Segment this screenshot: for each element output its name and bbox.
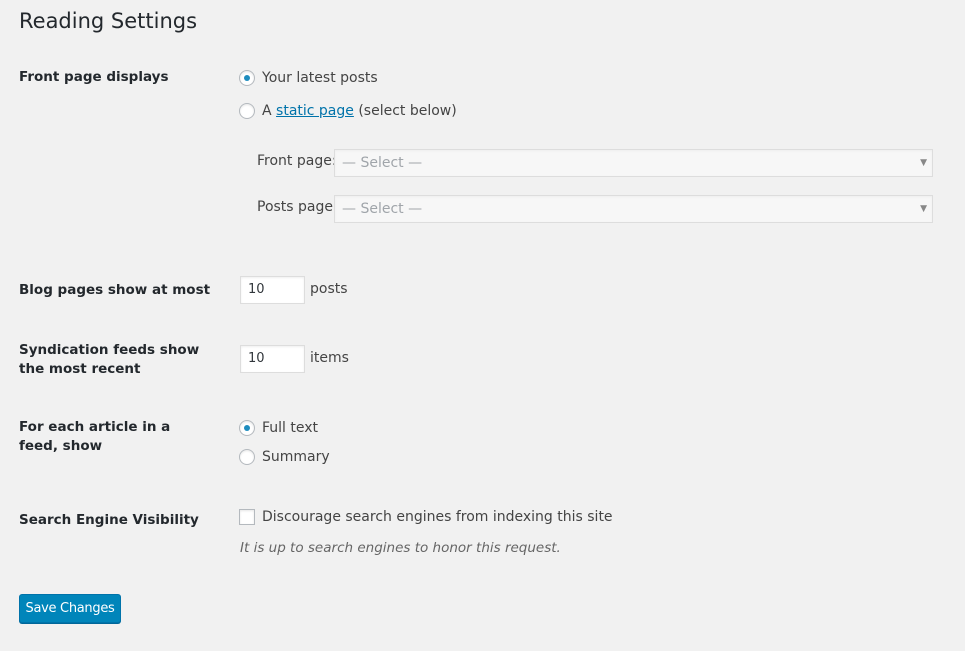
- syndication-suffix: items: [310, 350, 349, 366]
- front-page-select-label: Front page:: [257, 153, 337, 169]
- radio-full-text[interactable]: Full text: [239, 420, 318, 436]
- discourage-search-checkbox-control[interactable]: [239, 509, 255, 525]
- discourage-search-checkbox-label: Discourage search engines from indexing …: [262, 509, 613, 525]
- radio-static-page-control[interactable]: [239, 103, 255, 119]
- radio-static-page-prefix: A: [262, 103, 277, 119]
- radio-summary-control[interactable]: [239, 449, 255, 465]
- radio-latest-posts-label: Your latest posts: [262, 70, 378, 86]
- save-changes-button[interactable]: Save Changes: [19, 594, 121, 623]
- feed-article-label: For each article in a feed, show: [19, 419, 171, 454]
- blog-pages-input[interactable]: 10: [240, 276, 305, 304]
- radio-full-text-control[interactable]: [239, 420, 255, 436]
- radio-summary[interactable]: Summary: [239, 449, 330, 465]
- posts-page-select-label: Posts page:: [257, 199, 338, 215]
- page-title: Reading Settings: [19, 9, 198, 33]
- radio-summary-label: Summary: [262, 449, 330, 465]
- discourage-search-checkbox[interactable]: Discourage search engines from indexing …: [239, 509, 613, 525]
- blog-pages-suffix: posts: [310, 281, 348, 297]
- blog-pages-label: Blog pages show at most: [19, 282, 211, 298]
- posts-page-select[interactable]: — Select — ▼: [334, 195, 933, 223]
- radio-static-page[interactable]: A static page (select below): [239, 103, 457, 119]
- chevron-down-icon: ▼: [920, 204, 927, 214]
- front-page-select[interactable]: — Select — ▼: [334, 149, 933, 177]
- chevron-down-icon: ▼: [920, 158, 927, 168]
- syndication-input[interactable]: 10: [240, 345, 305, 373]
- front-page-select-value: — Select —: [342, 155, 423, 171]
- reading-settings-page: Reading Settings Front page displays You…: [0, 0, 965, 651]
- search-engine-description: It is up to search engines to honor this…: [240, 540, 561, 556]
- syndication-label: Syndication feeds show the most recent: [19, 342, 200, 377]
- front-page-displays-label: Front page displays: [19, 69, 169, 85]
- static-page-link[interactable]: static page: [276, 103, 354, 119]
- posts-page-select-value: — Select —: [342, 201, 423, 217]
- radio-latest-posts-control[interactable]: [239, 70, 255, 86]
- radio-static-page-suffix: (select below): [353, 103, 457, 119]
- radio-latest-posts[interactable]: Your latest posts: [239, 70, 378, 86]
- search-engine-label: Search Engine Visibility: [19, 512, 199, 528]
- radio-full-text-label: Full text: [262, 420, 319, 436]
